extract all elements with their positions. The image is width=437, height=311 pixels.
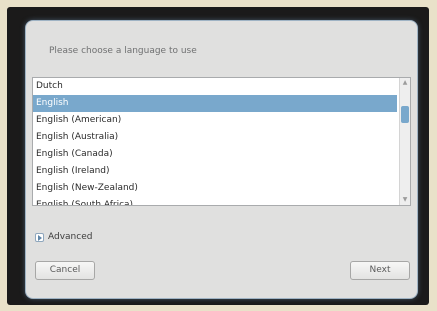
language-list[interactable]: Dutch English English (American) English… — [32, 77, 411, 206]
list-item[interactable]: English (Ireland) — [33, 163, 397, 180]
chevron-down-icon[interactable]: ▼ — [400, 195, 410, 205]
list-item[interactable]: English — [33, 95, 397, 112]
list-item[interactable]: English (New-Zealand) — [33, 180, 397, 197]
chevron-up-icon[interactable]: ▲ — [400, 78, 410, 88]
next-button[interactable]: Next — [350, 261, 410, 280]
list-scrollbar[interactable]: ▲ ▼ — [399, 78, 410, 205]
language-dialog: Please choose a language to use Dutch En… — [26, 21, 417, 298]
advanced-label[interactable]: Advanced — [48, 232, 92, 242]
triangle-right-icon[interactable] — [35, 232, 44, 242]
list-item[interactable]: English (South Africa) — [33, 197, 397, 205]
advanced-expander[interactable]: Advanced — [35, 231, 92, 243]
list-item[interactable]: Dutch — [33, 78, 397, 95]
cancel-button[interactable]: Cancel — [35, 261, 95, 280]
dialog-prompt: Please choose a language to use — [49, 46, 197, 56]
scroll-thumb[interactable] — [401, 106, 409, 123]
list-item[interactable]: English (Canada) — [33, 146, 397, 163]
list-item[interactable]: English (Australia) — [33, 129, 397, 146]
list-item[interactable]: English (American) — [33, 112, 397, 129]
